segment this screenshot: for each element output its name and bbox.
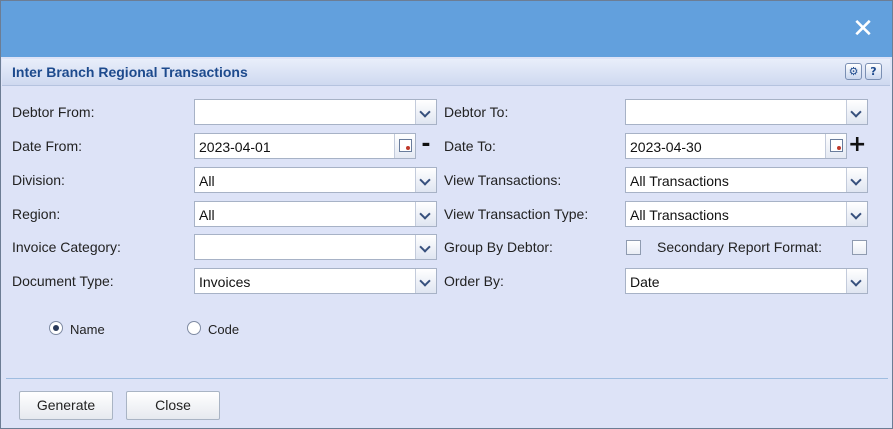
secondary-report-format-checkbox[interactable]	[852, 240, 867, 255]
region-select[interactable]: All	[194, 201, 437, 227]
view-transactions-select[interactable]: All Transactions	[625, 167, 868, 193]
region-label: Region:	[12, 206, 61, 222]
sort-name-radio[interactable]	[49, 321, 63, 335]
group-by-debtor-checkbox[interactable]	[626, 240, 641, 255]
document-type-value: Invoices	[199, 274, 251, 290]
window-titlebar: ✕	[1, 1, 892, 57]
view-transaction-type-select[interactable]: All Transactions	[625, 201, 868, 227]
debtor-from-select[interactable]	[194, 99, 437, 125]
secondary-report-format-label: Secondary Report Format:	[657, 239, 822, 255]
panel-title: Inter Branch Regional Transactions	[12, 64, 248, 80]
view-transactions-label: View Transactions:	[444, 172, 562, 188]
date-from-decrement-button[interactable]: -	[417, 134, 435, 158]
division-label: Division:	[12, 172, 65, 188]
chevron-down-icon[interactable]	[846, 269, 867, 293]
report-window: ✕ Inter Branch Regional Transactions ⚙ ?…	[0, 0, 893, 429]
sort-code-label: Code	[208, 322, 240, 337]
panel-header: Inter Branch Regional Transactions ⚙ ?	[2, 59, 890, 86]
region-value: All	[199, 207, 215, 223]
close-button[interactable]: Close	[126, 391, 220, 420]
debtor-from-label: Debtor From:	[12, 104, 95, 120]
date-to-input[interactable]: 2023-04-30	[625, 133, 847, 159]
view-transaction-type-label: View Transaction Type:	[444, 206, 589, 222]
order-by-label: Order By:	[444, 273, 504, 289]
chevron-down-icon[interactable]	[846, 202, 867, 226]
document-type-select[interactable]: Invoices	[194, 268, 437, 294]
view-transaction-type-value: All Transactions	[630, 207, 729, 223]
generate-button[interactable]: Generate	[19, 391, 113, 420]
close-icon[interactable]: ✕	[852, 16, 874, 42]
debtor-to-select[interactable]	[625, 99, 868, 125]
division-value: All	[199, 173, 215, 189]
order-by-value: Date	[630, 274, 660, 290]
chevron-down-icon[interactable]	[415, 202, 436, 226]
order-by-select[interactable]: Date	[625, 268, 868, 294]
chevron-down-icon[interactable]	[846, 100, 867, 124]
sort-name-label: Name	[70, 322, 105, 337]
division-select[interactable]: All	[194, 167, 437, 193]
calendar-icon[interactable]	[394, 134, 415, 158]
document-type-label: Document Type:	[12, 273, 114, 289]
footer-divider	[6, 378, 888, 379]
chevron-down-icon[interactable]	[415, 235, 436, 259]
help-icon[interactable]: ?	[865, 63, 882, 80]
date-from-value: 2023-04-01	[199, 139, 271, 155]
invoice-category-label: Invoice Category:	[12, 239, 121, 255]
invoice-category-select[interactable]	[194, 234, 437, 260]
date-from-input[interactable]: 2023-04-01	[194, 133, 416, 159]
date-to-increment-button[interactable]: +	[848, 134, 866, 158]
sort-code-radio[interactable]	[187, 321, 201, 335]
chevron-down-icon[interactable]	[846, 168, 867, 192]
group-by-debtor-label: Group By Debtor:	[444, 239, 553, 255]
date-to-value: 2023-04-30	[630, 139, 702, 155]
debtor-to-label: Debtor To:	[444, 104, 509, 120]
chevron-down-icon[interactable]	[415, 100, 436, 124]
chevron-down-icon[interactable]	[415, 269, 436, 293]
calendar-icon[interactable]	[825, 134, 846, 158]
date-from-label: Date From:	[12, 138, 83, 154]
view-transactions-value: All Transactions	[630, 173, 729, 189]
chevron-down-icon[interactable]	[415, 168, 436, 192]
gear-icon[interactable]: ⚙	[845, 63, 862, 80]
date-to-label: Date To:	[444, 138, 496, 154]
